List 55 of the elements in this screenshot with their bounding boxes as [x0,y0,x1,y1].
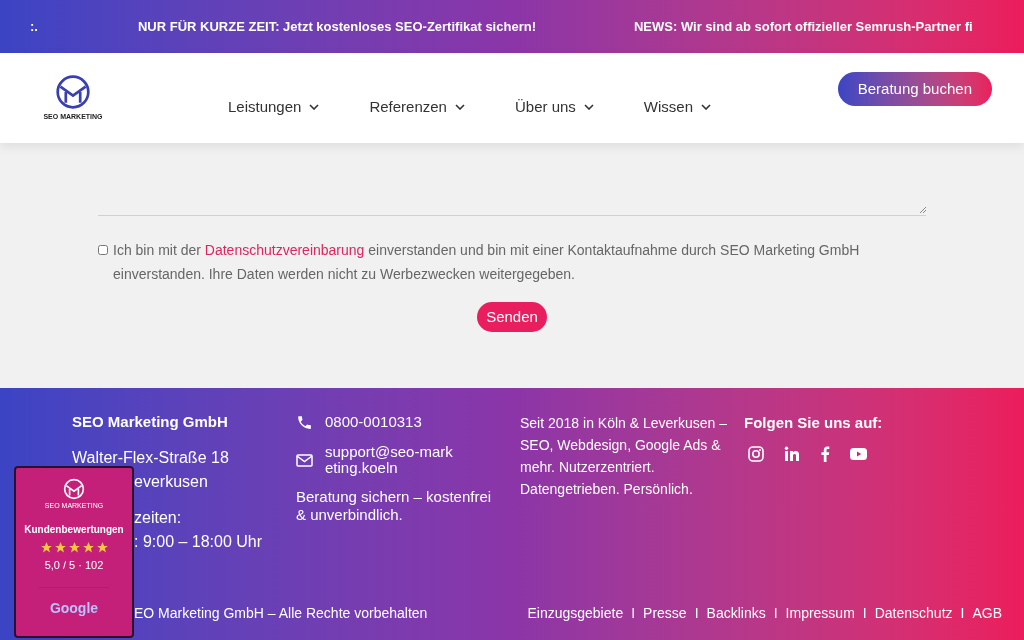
footer-link[interactable]: Impressum [785,603,855,624]
about-text: Seit 2018 in Köln & Leverkusen – SEO, Webdesign, Google Ads & mehr. Nutzerzentriert. Datengetrieben. Persönlich. [520,414,729,499]
star-icon [81,540,95,554]
send-button[interactable]: Senden [477,302,547,332]
google-logo: Google [49,599,99,618]
nav-menu-item[interactable]: Wissen [643,95,712,119]
link-separator: I [694,604,699,623]
logo-icon [63,478,85,500]
ticker-text: NEWS: Wir sind ab sofort offizieller Semrush-Partner fi [633,17,973,36]
address-line: Walter-Flex-Straße 18 [72,448,230,468]
rating-score: 5,0 / 5 · 102 [44,557,104,573]
facebook-icon[interactable] [820,446,830,462]
star-icon [95,540,109,554]
address-line: everkusen [134,472,208,492]
hours-label: zeiten: [134,508,182,528]
privacy-link[interactable]: Datenschutzvereinbarung [204,242,365,258]
nav-menu-item[interactable]: Leistungen [228,95,320,119]
chevron-down-icon [701,104,712,110]
footer-link[interactable]: Einzugsgebiete [527,603,624,624]
footer-link[interactable]: Presse [643,603,687,624]
footer-link[interactable]: Datenschutz [874,603,953,624]
footer-link[interactable]: AGB [972,603,1002,624]
link-separator: I [862,604,867,623]
chevron-down-icon [454,104,465,110]
logo-icon [55,73,91,110]
follow-heading: Folgen Sie uns auf: [744,413,883,433]
instagram-icon[interactable] [748,446,764,462]
copyright-text: EO Marketing GmbH – Alle Rechte vorbehalten [134,604,428,623]
chevron-down-icon [583,104,594,110]
nav-menu-item[interactable]: Referenzen [369,95,465,119]
resize-handle-icon[interactable] [920,207,926,213]
ticker-text: NUR FÜR KURZE ZEIT: Jetzt kostenloses SEO-Zertifikat sichern! [137,17,536,36]
consultation-note: Beratung sichern – kostenfrei & unverbindlich. [296,488,493,524]
nav-menu-item[interactable]: Über uns [514,95,594,119]
phone-number[interactable]: 0800-0010313 [325,412,422,432]
consent-checkbox[interactable] [98,245,108,255]
link-separator: I [631,604,636,623]
linkedin-icon[interactable] [784,446,800,462]
phone-icon [296,413,313,431]
mail-icon [296,453,313,467]
book-consultation-button[interactable]: Beratung buchen [837,72,992,106]
link-separator: I [960,604,965,623]
ticker-text: :. [30,17,38,36]
link-separator: I [773,604,778,623]
footer-link[interactable]: Backlinks [706,603,766,624]
star-icon [53,540,67,554]
youtube-icon[interactable] [850,448,867,460]
company-name: SEO Marketing GmbH [72,412,229,432]
star-icon [67,540,81,554]
widget-title: Kundenbewertungen [24,522,124,537]
hours-text: : 9:00 – 18:00 Uhr [134,532,263,552]
chevron-down-icon [309,104,320,110]
email-address[interactable]: support@seo-marketing.koeln [325,444,455,476]
star-icon [39,540,53,554]
consent-text: Ich bin mit der Datenschutzvereinbarung einverstanden und bin mit einer Kontaktaufnahme durch SEO Marketing GmbH einverstanden. Ihre Daten werden nicht zu Werbezwecken weitergegeben. [113,241,861,284]
